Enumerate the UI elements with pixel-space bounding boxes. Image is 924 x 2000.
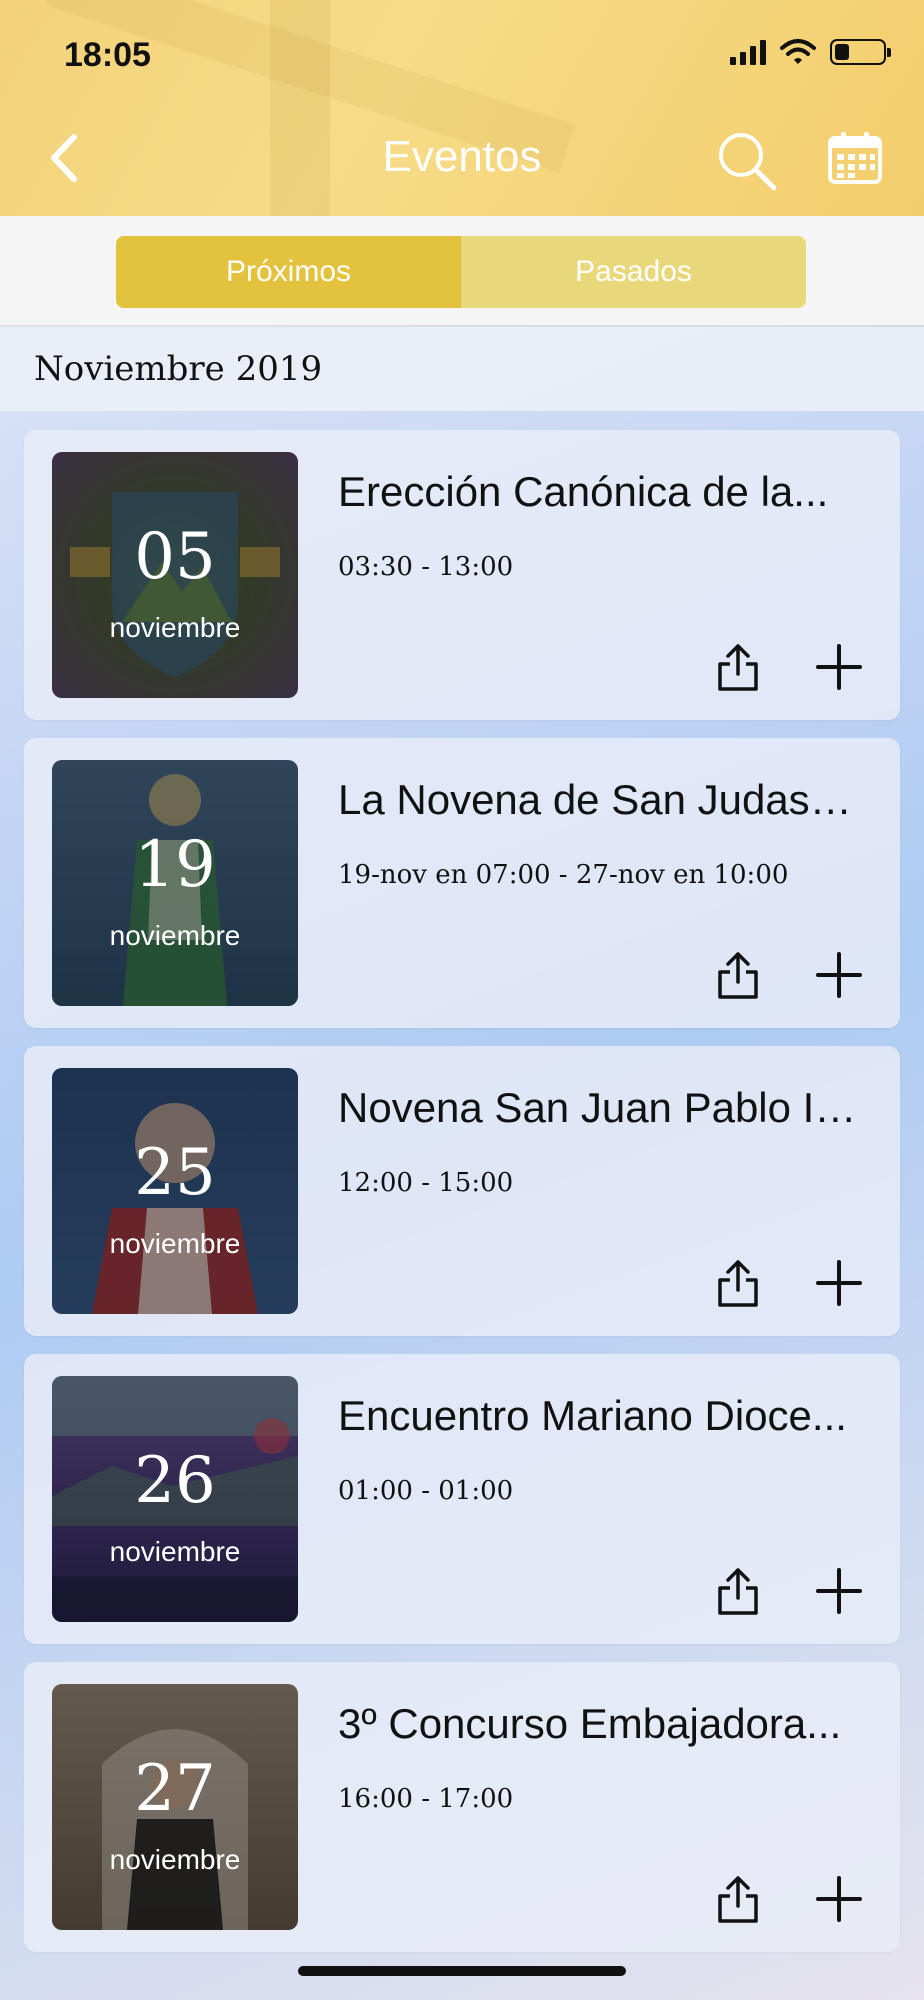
event-day: 26 — [134, 1444, 216, 1518]
event-month: noviembre — [109, 1844, 241, 1875]
share-icon — [718, 1260, 758, 1307]
share-button[interactable] — [716, 642, 760, 692]
share-button[interactable] — [716, 950, 760, 1000]
event-card[interactable]: 27 noviembre 3º Concurso Embajadora... 1… — [24, 1662, 900, 1952]
event-thumbnail: 05 noviembre — [52, 452, 298, 698]
month-section-header: Noviembre 2019 — [0, 327, 924, 411]
event-day: 25 — [134, 1136, 216, 1210]
segmented-control: Próximos Pasados — [116, 236, 806, 308]
event-title: Novena San Juan Pablo II... — [338, 1084, 858, 1131]
event-time: 01:00 - 01:00 — [338, 1476, 514, 1506]
add-to-calendar-button[interactable] — [814, 1874, 864, 1924]
event-card[interactable]: 26 noviembre Encuentro Mariano Dioce... … — [24, 1354, 900, 1644]
wifi-icon — [780, 39, 816, 64]
home-indicator[interactable] — [298, 1966, 626, 1976]
plus-icon — [816, 1568, 862, 1614]
tab-proximos[interactable]: Próximos — [116, 236, 461, 308]
plus-icon — [816, 644, 862, 690]
share-button[interactable] — [716, 1874, 760, 1924]
status-icons — [730, 38, 891, 66]
month-label: Noviembre 2019 — [34, 349, 323, 389]
event-title: Erección Canónica de la... — [338, 468, 829, 515]
event-month: noviembre — [109, 1228, 241, 1259]
plus-icon — [816, 1876, 862, 1922]
event-month: noviembre — [109, 1536, 241, 1567]
event-thumbnail: 27 noviembre — [52, 1684, 298, 1930]
event-thumbnail: 25 noviembre — [52, 1068, 298, 1314]
event-day: 05 — [134, 520, 216, 594]
share-button[interactable] — [716, 1258, 760, 1308]
event-time: 03:30 - 13:00 — [338, 552, 514, 582]
page-title: Eventos — [382, 132, 542, 181]
share-button[interactable] — [716, 1566, 760, 1616]
event-time: 12:00 - 15:00 — [338, 1168, 514, 1198]
add-to-calendar-button[interactable] — [814, 642, 864, 692]
status-time: 18:05 — [64, 36, 151, 74]
event-thumbnail: 19 noviembre — [52, 760, 298, 1006]
event-card[interactable]: 05 noviembre Erección Canónica de la... … — [24, 430, 900, 720]
battery-icon — [830, 39, 891, 65]
add-to-calendar-button[interactable] — [814, 950, 864, 1000]
add-to-calendar-button[interactable] — [814, 1258, 864, 1308]
event-day: 27 — [134, 1752, 216, 1826]
event-day: 19 — [134, 828, 216, 902]
event-time: 16:00 - 17:00 — [338, 1784, 514, 1814]
share-icon — [718, 644, 758, 691]
calendar-button[interactable] — [828, 130, 890, 192]
event-title: 3º Concurso Embajadora... — [338, 1700, 842, 1747]
event-time: 19-nov en 07:00 - 27-nov en 10:00 — [338, 860, 789, 890]
calendar-icon — [828, 132, 882, 184]
signal-icon — [730, 39, 766, 65]
share-icon — [718, 1568, 758, 1615]
event-card[interactable]: 25 noviembre Novena San Juan Pablo II...… — [24, 1046, 900, 1336]
add-to-calendar-button[interactable] — [814, 1566, 864, 1616]
event-card[interactable]: 19 noviembre La Novena de San Judas T...… — [24, 738, 900, 1028]
event-thumbnail: 26 noviembre — [52, 1376, 298, 1622]
event-title: La Novena de San Judas T... — [338, 776, 858, 823]
segmented-control-bar: Próximos Pasados — [0, 216, 924, 326]
event-month: noviembre — [109, 612, 241, 643]
share-icon — [718, 1876, 758, 1923]
event-month: noviembre — [109, 920, 241, 951]
search-button[interactable] — [716, 130, 778, 192]
search-icon — [719, 133, 777, 191]
plus-icon — [816, 952, 862, 998]
header: 18:05 Eventos — [0, 0, 924, 216]
event-title: Encuentro Mariano Dioce... — [338, 1392, 847, 1439]
plus-icon — [816, 1260, 862, 1306]
share-icon — [718, 952, 758, 999]
tab-pasados[interactable]: Pasados — [461, 236, 806, 308]
